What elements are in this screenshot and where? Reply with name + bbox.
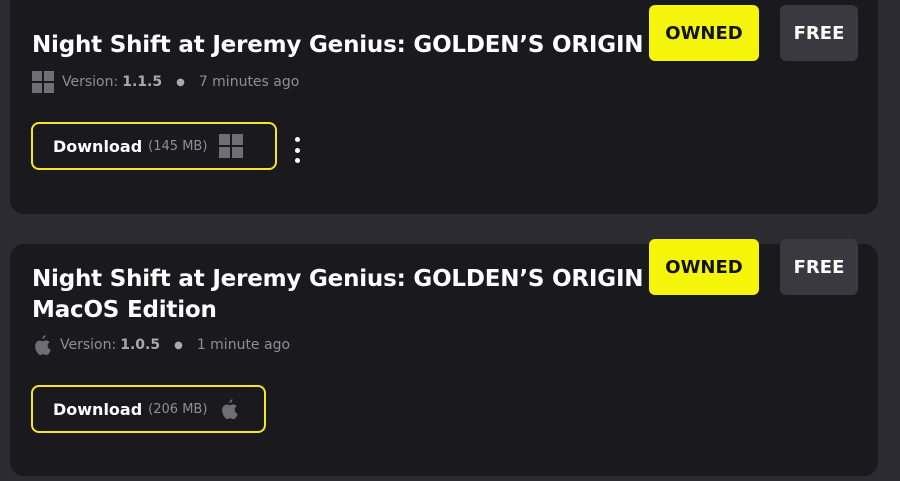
build-title-line: Night Shift at Jeremy Genius: GOLDEN’S O…	[32, 266, 644, 292]
apple-icon	[219, 398, 239, 420]
version-number: 1.1.5	[122, 74, 163, 90]
more-options-button[interactable]	[288, 137, 306, 163]
meta-separator: ●	[174, 339, 183, 351]
kebab-dot	[294, 147, 300, 153]
owned-badge: OWNED	[649, 239, 759, 295]
download-size: (145 MB)	[148, 138, 208, 154]
download-label: Download	[53, 136, 143, 156]
build-meta: Version: 1.0.5 ● 1 minute ago	[32, 333, 290, 357]
download-button[interactable]: Download (206 MB)	[31, 385, 266, 433]
build-title-line: MacOS Edition	[32, 297, 217, 323]
updated-time: 7 minutes ago	[198, 74, 300, 90]
version-label: Version:	[60, 337, 117, 353]
build-meta: Version: 1.1.5 ● 7 minutes ago	[32, 70, 299, 94]
price-badge: FREE	[780, 5, 858, 61]
updated-time: 1 minute ago	[196, 337, 291, 353]
kebab-dot	[294, 137, 300, 142]
download-button[interactable]: Download (145 MB)	[31, 122, 277, 170]
build-title: Night Shift at Jeremy Genius: GOLDEN’S O…	[32, 30, 644, 61]
download-label: Download	[53, 399, 143, 419]
apple-icon	[32, 334, 52, 356]
version-label: Version:	[62, 74, 119, 90]
version-number: 1.0.5	[120, 337, 161, 353]
build-title: Night Shift at Jeremy Genius: GOLDEN’S O…	[32, 264, 644, 326]
build-title-line: Night Shift at Jeremy Genius: GOLDEN’S O…	[32, 32, 644, 58]
build-card-macos: Night Shift at Jeremy Genius: GOLDEN’S O…	[10, 239, 878, 476]
kebab-dot	[294, 158, 300, 163]
windows-icon	[219, 134, 244, 158]
price-badge: FREE	[780, 239, 858, 295]
build-card-windows: Night Shift at Jeremy Genius: GOLDEN’S O…	[10, 0, 878, 214]
owned-badge: OWNED	[649, 5, 759, 61]
meta-separator: ●	[176, 76, 185, 88]
windows-icon	[32, 71, 54, 93]
download-size: (206 MB)	[148, 401, 208, 417]
